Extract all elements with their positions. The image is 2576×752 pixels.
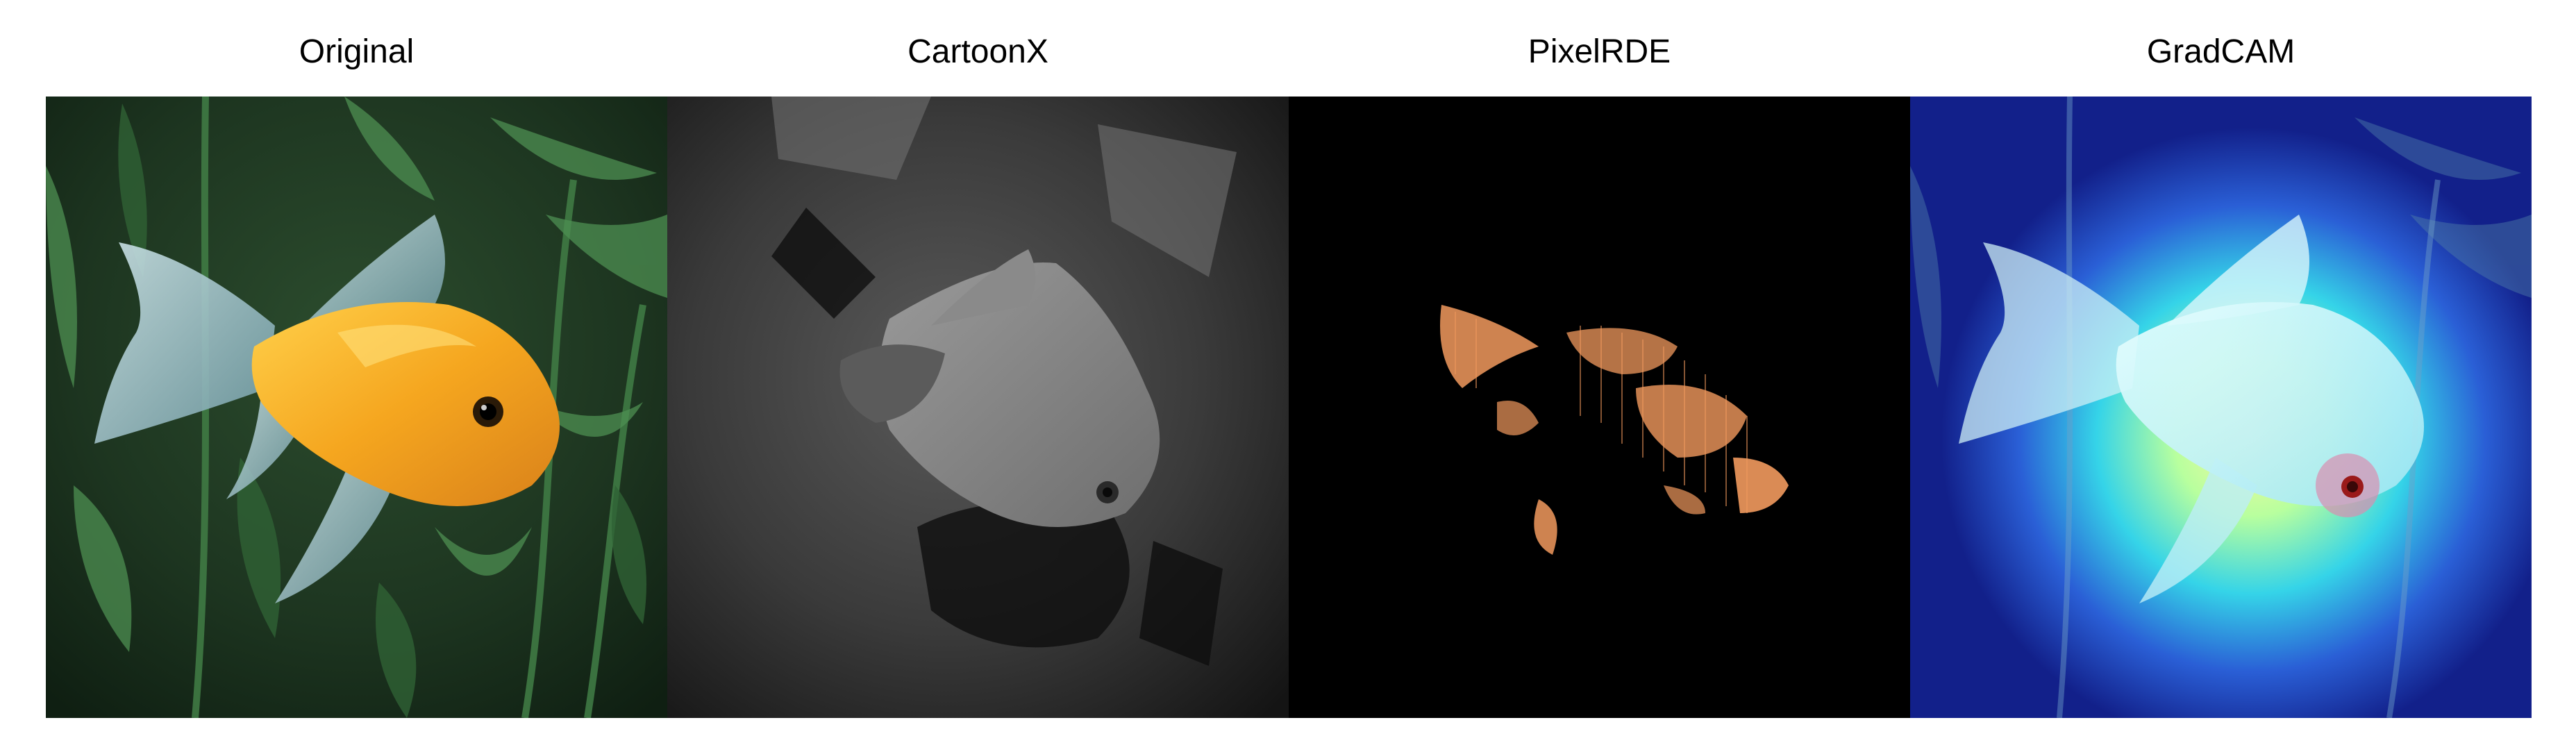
- gradcam-explanation: [1910, 97, 2532, 718]
- gradcam-heatmap: [1910, 97, 2532, 718]
- panel-title-gradcam: GradCAM: [2146, 33, 2295, 70]
- goldfish-photo: [46, 97, 667, 718]
- panel-title-cartoonx: CartoonX: [908, 33, 1048, 70]
- cartoonx-map: [667, 97, 1289, 718]
- pixelrde-mask: [1289, 97, 1910, 718]
- pixelrde-explanation: [1289, 97, 1910, 718]
- original-image: [46, 97, 667, 718]
- panel-title-original: Original: [299, 33, 415, 70]
- cartoonx-explanation: [667, 97, 1289, 718]
- panel-title-pixelrde: PixelRDE: [1528, 33, 1671, 70]
- explanation-comparison-figure: Original CartoonX PixelRDE GradCAM: [0, 0, 2576, 752]
